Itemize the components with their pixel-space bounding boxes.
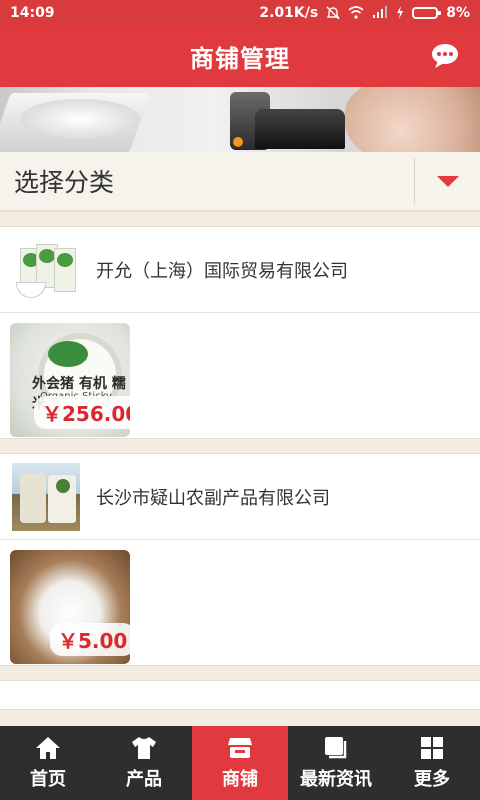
carousel-indicator-dot[interactable] <box>233 137 243 147</box>
status-time: 14:09 <box>10 4 55 21</box>
store-icon <box>228 738 252 758</box>
store-card: 长沙市疑山农副产品有限公司 ￥5.00 <box>0 453 480 666</box>
charging-icon <box>397 6 404 19</box>
nav-label: 首页 <box>30 769 66 790</box>
nav-label: 更多 <box>414 769 450 790</box>
store-products: 外会猪 有机 糯米 Organic Sticky ￥256.00 <box>0 313 480 438</box>
network-speed: 2.01K/s <box>259 4 319 21</box>
page-title: 商铺管理 <box>190 44 290 73</box>
product-thumbnail[interactable]: 外会猪 有机 糯米 Organic Sticky ￥256.00 <box>10 323 130 437</box>
store-card: 开允（上海）国际贸易有限公司 外会猪 有机 糯米 Organic Sticky … <box>0 226 480 439</box>
bottom-nav: 首页 产品 商铺 最新资讯 更多 <box>0 726 480 800</box>
store-header[interactable]: 长沙市疑山农副产品有限公司 <box>0 454 480 540</box>
store-logo <box>12 236 80 304</box>
store-name: 开允（上海）国际贸易有限公司 <box>96 260 348 282</box>
store-list: 开允（上海）国际贸易有限公司 外会猪 有机 糯米 Organic Sticky … <box>0 226 480 724</box>
banner-image-face <box>345 87 480 152</box>
product-thumbnail[interactable]: ￥5.00 <box>10 550 130 664</box>
product-price: ￥256.00 <box>34 396 130 429</box>
store-products: ￥5.00 <box>0 540 480 665</box>
nav-label: 产品 <box>126 769 162 790</box>
alarm-off-icon <box>326 6 340 19</box>
nav-item-home[interactable]: 首页 <box>0 726 96 800</box>
store-card-partial <box>0 680 480 710</box>
nav-label: 商铺 <box>222 769 258 790</box>
nav-item-more[interactable]: 更多 <box>384 726 480 800</box>
store-name: 长沙市疑山农副产品有限公司 <box>96 487 330 509</box>
nav-label: 最新资讯 <box>300 769 372 790</box>
nav-item-stores[interactable]: 商铺 <box>192 726 288 800</box>
status-bar: 14:09 2.01K/s 8% <box>0 0 480 25</box>
app-header: 商铺管理 <box>0 25 480 87</box>
store-header[interactable]: 开允（上海）国际贸易有限公司 <box>0 227 480 313</box>
banner-image-rice <box>20 99 140 139</box>
store-logo <box>12 462 80 531</box>
signal-icon <box>373 6 388 18</box>
wifi-icon <box>348 6 364 19</box>
nav-item-news[interactable]: 最新资讯 <box>288 726 384 800</box>
shirt-icon <box>132 737 156 759</box>
news-icon <box>325 737 347 759</box>
banner-image-microscope <box>255 109 345 149</box>
category-selector[interactable]: 选择分类 <box>0 152 480 212</box>
home-icon <box>36 737 60 759</box>
status-indicators: 2.01K/s 8% <box>259 5 470 21</box>
chat-bubble-icon[interactable] <box>430 41 460 71</box>
battery-icon <box>412 6 442 19</box>
grid-icon <box>421 737 443 759</box>
category-dropdown-button[interactable] <box>415 151 480 211</box>
category-label: 选择分类 <box>14 168 115 197</box>
nav-item-products[interactable]: 产品 <box>96 726 192 800</box>
product-price: ￥5.00 <box>50 623 130 656</box>
battery-percent: 8% <box>446 4 470 21</box>
triangle-down-icon <box>436 175 459 187</box>
